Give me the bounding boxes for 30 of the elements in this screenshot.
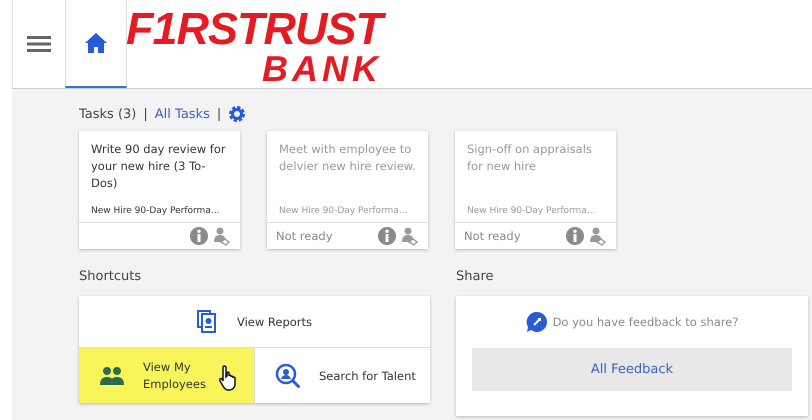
all-tasks-link[interactable]: All Tasks <box>154 106 210 122</box>
task-card[interactable]: Write 90 day review for your new hire (3 To-Dos) New Hire 90-Day Performa... <box>79 131 240 249</box>
search-person-icon <box>275 362 301 388</box>
info-icon[interactable] <box>190 227 208 245</box>
task-subtitle: New Hire 90-Day Performa... <box>91 206 220 216</box>
section-title: Share <box>456 269 495 284</box>
logo-text: BANK <box>262 51 382 87</box>
people-icon <box>99 366 125 386</box>
chat-bubble-icon <box>526 311 548 333</box>
feedback-prompt: Do you have feedback to share? <box>552 315 738 329</box>
separator: | <box>216 106 222 122</box>
all-feedback-button[interactable]: All Feedback <box>472 348 792 391</box>
section-title: Tasks (3) <box>79 106 136 122</box>
task-title: Meet with employee to delvier new hire review. <box>279 141 417 175</box>
menu-icon <box>27 35 51 53</box>
settings-icon[interactable] <box>228 105 246 123</box>
task-title: Sign-off on appraisals for new hire <box>467 141 593 175</box>
task-subtitle: New Hire 90-Day Performa... <box>279 206 408 216</box>
section-title: Shortcuts <box>79 269 142 284</box>
task-title: Write 90 day review for your new hire (3 To-Dos) <box>91 141 227 192</box>
person-hand-icon[interactable] <box>214 226 230 246</box>
hand-cursor-icon <box>219 364 239 392</box>
separator: | <box>143 106 148 122</box>
shortcut-button[interactable]: Search for Talent <box>255 348 430 403</box>
home-icon <box>84 32 108 54</box>
task-status: Not ready <box>464 229 521 243</box>
reports-icon <box>196 310 219 334</box>
task-subtitle: New Hire 90-Day Performa... <box>467 206 596 216</box>
shortcut-button[interactable]: View My Employees <box>79 348 255 403</box>
task-status: Not ready <box>276 229 333 243</box>
